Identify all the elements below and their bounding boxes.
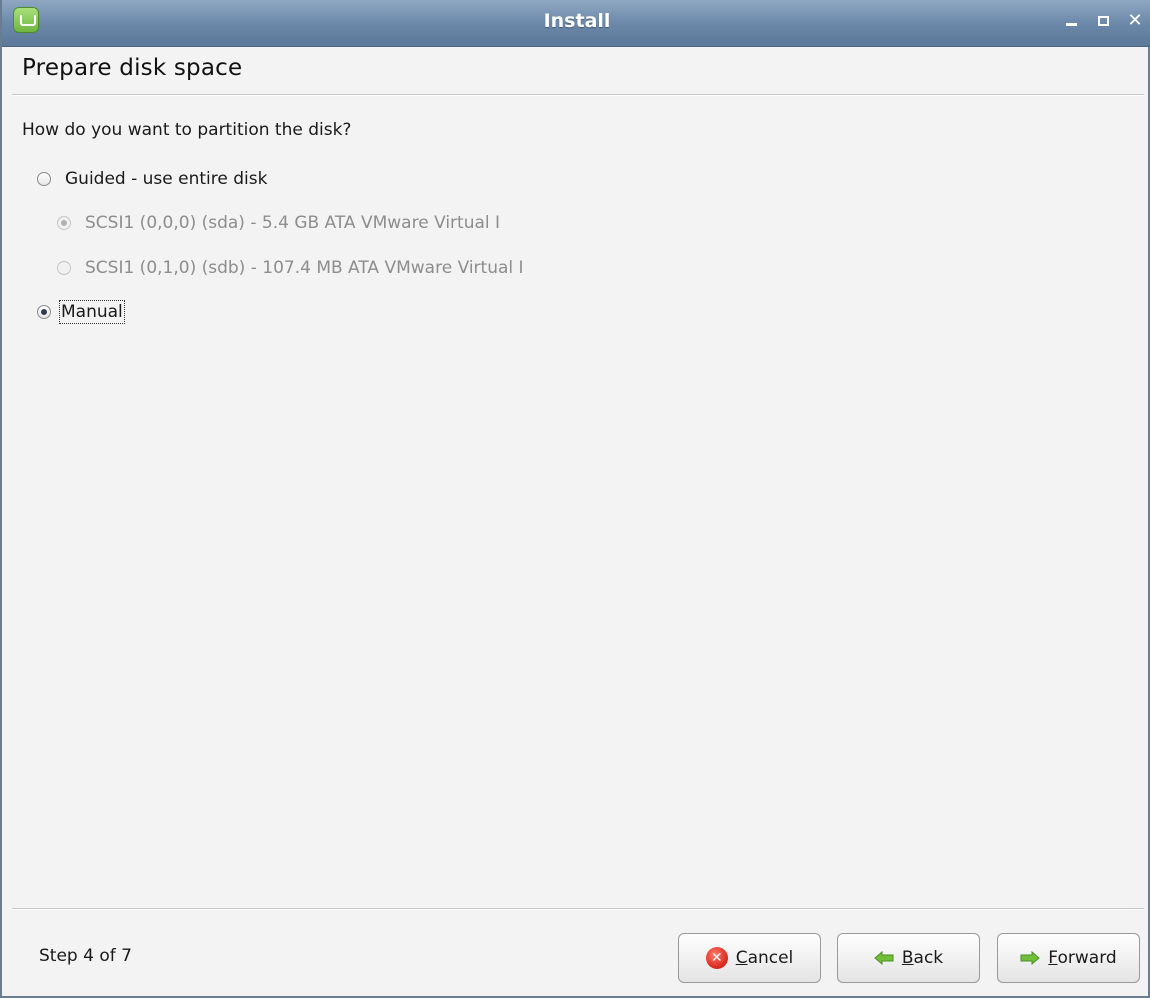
close-icon[interactable]: ✕ bbox=[1126, 12, 1144, 30]
disk-option-sdb: SCSI1 (0,1,0) (sdb) - 107.4 MB ATA VMwar… bbox=[57, 258, 524, 278]
window-controls: ✕ bbox=[1062, 12, 1144, 30]
minimize-icon[interactable] bbox=[1062, 12, 1080, 30]
disk-option-sda: SCSI1 (0,0,0) (sda) - 5.4 GB ATA VMware … bbox=[57, 213, 500, 233]
disk-sdb-label: SCSI1 (0,1,0) (sdb) - 107.4 MB ATA VMwar… bbox=[85, 258, 524, 278]
title-bar[interactable]: Install ✕ bbox=[2, 0, 1150, 47]
footer-divider bbox=[12, 908, 1144, 910]
back-arrow-icon bbox=[874, 951, 894, 965]
page-title: Prepare disk space bbox=[22, 55, 243, 81]
disk-sda-radio bbox=[57, 216, 71, 230]
cancel-button-label: Cancel bbox=[735, 948, 794, 968]
disk-sdb-radio bbox=[57, 261, 71, 275]
maximize-icon[interactable] bbox=[1094, 12, 1112, 30]
step-indicator: Step 4 of 7 bbox=[39, 946, 132, 966]
cancel-button[interactable]: ✕ Cancel bbox=[678, 933, 821, 983]
manual-radio[interactable] bbox=[37, 305, 51, 319]
cancel-icon: ✕ bbox=[705, 947, 728, 969]
header-divider bbox=[12, 94, 1144, 96]
installer-window: Install ✕ Prepare disk space How do you … bbox=[0, 0, 1150, 998]
forward-button-label: Forward bbox=[1048, 948, 1117, 968]
manual-option[interactable]: Manual bbox=[37, 300, 125, 324]
disk-sda-label: SCSI1 (0,0,0) (sda) - 5.4 GB ATA VMware … bbox=[85, 213, 501, 233]
partition-question: How do you want to partition the disk? bbox=[22, 120, 352, 140]
guided-label[interactable]: Guided - use entire disk bbox=[65, 169, 267, 189]
guided-option[interactable]: Guided - use entire disk bbox=[37, 169, 267, 189]
guided-radio[interactable] bbox=[37, 172, 51, 186]
window-title: Install bbox=[543, 10, 611, 32]
forward-button[interactable]: Forward bbox=[997, 933, 1140, 983]
back-button-label: Back bbox=[901, 948, 944, 968]
back-button[interactable]: Back bbox=[837, 933, 980, 983]
manual-label[interactable]: Manual bbox=[59, 300, 125, 324]
forward-arrow-icon bbox=[1020, 951, 1041, 965]
